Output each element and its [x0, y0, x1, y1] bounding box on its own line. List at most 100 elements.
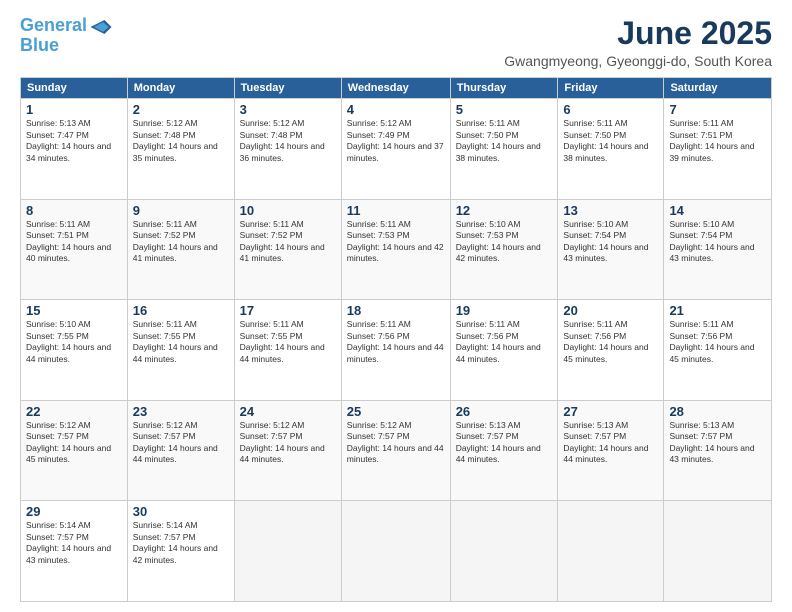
day-detail: Sunrise: 5:12 AM Sunset: 7:57 PM Dayligh… — [347, 420, 445, 466]
col-tuesday: Tuesday — [234, 78, 341, 99]
day-detail: Sunrise: 5:12 AM Sunset: 7:49 PM Dayligh… — [347, 118, 445, 164]
day-number: 15 — [26, 303, 122, 318]
day-number: 20 — [563, 303, 658, 318]
col-sunday: Sunday — [21, 78, 128, 99]
day-number: 12 — [456, 203, 553, 218]
day-number: 11 — [347, 203, 445, 218]
table-row: 23 Sunrise: 5:12 AM Sunset: 7:57 PM Dayl… — [127, 400, 234, 501]
table-row: 10 Sunrise: 5:11 AM Sunset: 7:52 PM Dayl… — [234, 199, 341, 300]
day-number: 4 — [347, 102, 445, 117]
day-number: 27 — [563, 404, 658, 419]
day-detail: Sunrise: 5:12 AM Sunset: 7:48 PM Dayligh… — [240, 118, 336, 164]
table-row — [664, 501, 772, 602]
week-row-4: 22 Sunrise: 5:12 AM Sunset: 7:57 PM Dayl… — [21, 400, 772, 501]
table-row: 2 Sunrise: 5:12 AM Sunset: 7:48 PM Dayli… — [127, 99, 234, 200]
day-detail: Sunrise: 5:13 AM Sunset: 7:57 PM Dayligh… — [456, 420, 553, 466]
day-detail: Sunrise: 5:11 AM Sunset: 7:51 PM Dayligh… — [669, 118, 766, 164]
table-row: 24 Sunrise: 5:12 AM Sunset: 7:57 PM Dayl… — [234, 400, 341, 501]
table-row: 22 Sunrise: 5:12 AM Sunset: 7:57 PM Dayl… — [21, 400, 128, 501]
table-row: 11 Sunrise: 5:11 AM Sunset: 7:53 PM Dayl… — [341, 199, 450, 300]
day-number: 25 — [347, 404, 445, 419]
table-row: 13 Sunrise: 5:10 AM Sunset: 7:54 PM Dayl… — [558, 199, 664, 300]
logo-icon — [89, 20, 113, 34]
day-detail: Sunrise: 5:13 AM Sunset: 7:57 PM Dayligh… — [563, 420, 658, 466]
day-number: 26 — [456, 404, 553, 419]
col-wednesday: Wednesday — [341, 78, 450, 99]
title-area: June 2025 Gwangmyeong, Gyeonggi-do, Sout… — [504, 16, 772, 69]
table-row: 29 Sunrise: 5:14 AM Sunset: 7:57 PM Dayl… — [21, 501, 128, 602]
col-saturday: Saturday — [664, 78, 772, 99]
calendar-table: Sunday Monday Tuesday Wednesday Thursday… — [20, 77, 772, 602]
day-detail: Sunrise: 5:14 AM Sunset: 7:57 PM Dayligh… — [133, 520, 229, 566]
day-number: 30 — [133, 504, 229, 519]
location: Gwangmyeong, Gyeonggi-do, South Korea — [504, 53, 772, 69]
table-row: 21 Sunrise: 5:11 AM Sunset: 7:56 PM Dayl… — [664, 300, 772, 401]
header: General Blue June 2025 Gwangmyeong, Gyeo… — [20, 16, 772, 69]
table-row: 12 Sunrise: 5:10 AM Sunset: 7:53 PM Dayl… — [450, 199, 558, 300]
table-row: 3 Sunrise: 5:12 AM Sunset: 7:48 PM Dayli… — [234, 99, 341, 200]
table-row: 15 Sunrise: 5:10 AM Sunset: 7:55 PM Dayl… — [21, 300, 128, 401]
table-row: 9 Sunrise: 5:11 AM Sunset: 7:52 PM Dayli… — [127, 199, 234, 300]
table-row: 27 Sunrise: 5:13 AM Sunset: 7:57 PM Dayl… — [558, 400, 664, 501]
table-row: 1 Sunrise: 5:13 AM Sunset: 7:47 PM Dayli… — [21, 99, 128, 200]
day-detail: Sunrise: 5:12 AM Sunset: 7:48 PM Dayligh… — [133, 118, 229, 164]
day-number: 13 — [563, 203, 658, 218]
day-number: 22 — [26, 404, 122, 419]
day-number: 9 — [133, 203, 229, 218]
day-number: 10 — [240, 203, 336, 218]
day-detail: Sunrise: 5:12 AM Sunset: 7:57 PM Dayligh… — [133, 420, 229, 466]
day-number: 7 — [669, 102, 766, 117]
day-number: 23 — [133, 404, 229, 419]
col-thursday: Thursday — [450, 78, 558, 99]
day-number: 2 — [133, 102, 229, 117]
day-number: 6 — [563, 102, 658, 117]
day-number: 16 — [133, 303, 229, 318]
day-detail: Sunrise: 5:11 AM Sunset: 7:55 PM Dayligh… — [240, 319, 336, 365]
day-detail: Sunrise: 5:14 AM Sunset: 7:57 PM Dayligh… — [26, 520, 122, 566]
header-row: Sunday Monday Tuesday Wednesday Thursday… — [21, 78, 772, 99]
table-row — [341, 501, 450, 602]
day-number: 19 — [456, 303, 553, 318]
day-number: 5 — [456, 102, 553, 117]
day-number: 14 — [669, 203, 766, 218]
day-detail: Sunrise: 5:12 AM Sunset: 7:57 PM Dayligh… — [240, 420, 336, 466]
day-detail: Sunrise: 5:11 AM Sunset: 7:56 PM Dayligh… — [563, 319, 658, 365]
day-detail: Sunrise: 5:11 AM Sunset: 7:50 PM Dayligh… — [456, 118, 553, 164]
table-row: 6 Sunrise: 5:11 AM Sunset: 7:50 PM Dayli… — [558, 99, 664, 200]
week-row-3: 15 Sunrise: 5:10 AM Sunset: 7:55 PM Dayl… — [21, 300, 772, 401]
day-detail: Sunrise: 5:10 AM Sunset: 7:53 PM Dayligh… — [456, 219, 553, 265]
table-row: 17 Sunrise: 5:11 AM Sunset: 7:55 PM Dayl… — [234, 300, 341, 401]
day-detail: Sunrise: 5:11 AM Sunset: 7:56 PM Dayligh… — [347, 319, 445, 365]
day-detail: Sunrise: 5:13 AM Sunset: 7:47 PM Dayligh… — [26, 118, 122, 164]
table-row: 8 Sunrise: 5:11 AM Sunset: 7:51 PM Dayli… — [21, 199, 128, 300]
table-row — [558, 501, 664, 602]
day-number: 21 — [669, 303, 766, 318]
day-number: 24 — [240, 404, 336, 419]
day-number: 18 — [347, 303, 445, 318]
table-row: 5 Sunrise: 5:11 AM Sunset: 7:50 PM Dayli… — [450, 99, 558, 200]
day-detail: Sunrise: 5:10 AM Sunset: 7:55 PM Dayligh… — [26, 319, 122, 365]
col-monday: Monday — [127, 78, 234, 99]
table-row: 26 Sunrise: 5:13 AM Sunset: 7:57 PM Dayl… — [450, 400, 558, 501]
week-row-5: 29 Sunrise: 5:14 AM Sunset: 7:57 PM Dayl… — [21, 501, 772, 602]
day-detail: Sunrise: 5:10 AM Sunset: 7:54 PM Dayligh… — [669, 219, 766, 265]
week-row-1: 1 Sunrise: 5:13 AM Sunset: 7:47 PM Dayli… — [21, 99, 772, 200]
day-number: 29 — [26, 504, 122, 519]
day-detail: Sunrise: 5:11 AM Sunset: 7:56 PM Dayligh… — [669, 319, 766, 365]
table-row: 20 Sunrise: 5:11 AM Sunset: 7:56 PM Dayl… — [558, 300, 664, 401]
table-row: 19 Sunrise: 5:11 AM Sunset: 7:56 PM Dayl… — [450, 300, 558, 401]
day-number: 17 — [240, 303, 336, 318]
table-row: 14 Sunrise: 5:10 AM Sunset: 7:54 PM Dayl… — [664, 199, 772, 300]
day-detail: Sunrise: 5:10 AM Sunset: 7:54 PM Dayligh… — [563, 219, 658, 265]
table-row: 28 Sunrise: 5:13 AM Sunset: 7:57 PM Dayl… — [664, 400, 772, 501]
table-row: 25 Sunrise: 5:12 AM Sunset: 7:57 PM Dayl… — [341, 400, 450, 501]
day-number: 28 — [669, 404, 766, 419]
day-detail: Sunrise: 5:12 AM Sunset: 7:57 PM Dayligh… — [26, 420, 122, 466]
month-title: June 2025 — [504, 16, 772, 51]
week-row-2: 8 Sunrise: 5:11 AM Sunset: 7:51 PM Dayli… — [21, 199, 772, 300]
day-detail: Sunrise: 5:11 AM Sunset: 7:56 PM Dayligh… — [456, 319, 553, 365]
day-detail: Sunrise: 5:11 AM Sunset: 7:50 PM Dayligh… — [563, 118, 658, 164]
table-row: 18 Sunrise: 5:11 AM Sunset: 7:56 PM Dayl… — [341, 300, 450, 401]
table-row: 30 Sunrise: 5:14 AM Sunset: 7:57 PM Dayl… — [127, 501, 234, 602]
logo: General Blue — [20, 16, 113, 56]
